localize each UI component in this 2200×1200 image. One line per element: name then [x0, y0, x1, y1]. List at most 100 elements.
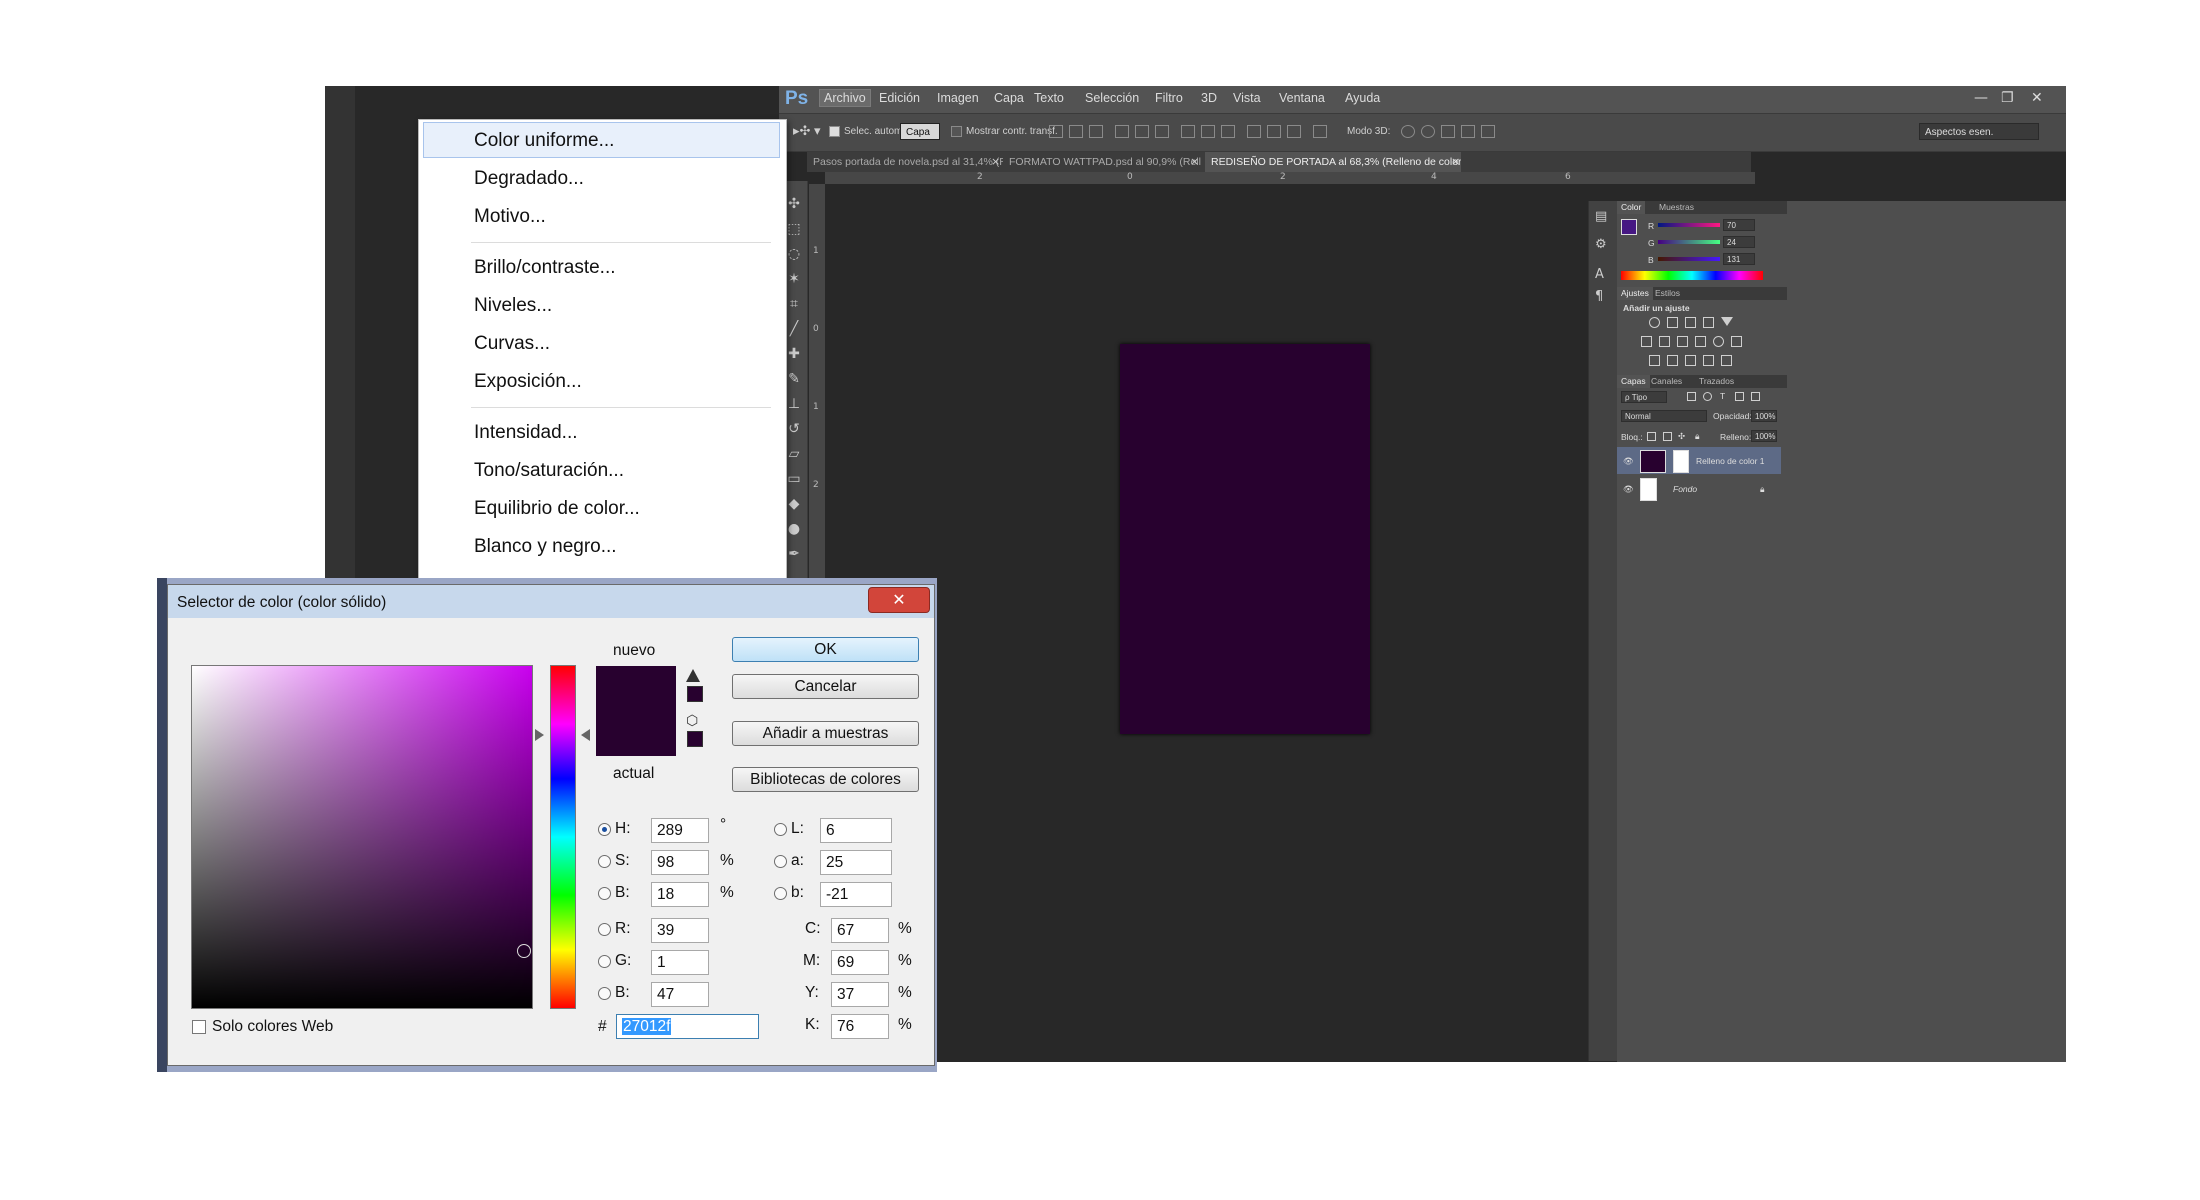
- lock-pixels-icon[interactable]: [1663, 432, 1672, 441]
- properties-panel-icon[interactable]: ⚙: [1595, 237, 1607, 252]
- blue-radio[interactable]: [598, 987, 611, 1000]
- tab-capas[interactable]: Capas: [1617, 375, 1650, 388]
- color-r-slider[interactable]: [1658, 223, 1720, 227]
- move-tool-icon[interactable]: ▸✣ ▾: [793, 123, 821, 139]
- color-b-value[interactable]: 131: [1723, 253, 1755, 265]
- blue-input[interactable]: 47: [651, 982, 709, 1007]
- tab-ajustes[interactable]: Ajustes: [1617, 287, 1653, 300]
- gamut-warning-icon[interactable]: [686, 669, 700, 682]
- c-input[interactable]: 67: [831, 918, 889, 943]
- g-radio[interactable]: [598, 955, 611, 968]
- layer-filter-dropdown[interactable]: ρ Tipo: [1621, 391, 1667, 403]
- menu-item-degradado[interactable]: Degradado...: [474, 168, 584, 190]
- posterize-adjust-icon[interactable]: [1667, 355, 1678, 366]
- auto-select-checkbox[interactable]: [829, 126, 840, 137]
- lab-b-radio[interactable]: [774, 887, 787, 900]
- hue-saturation-adjust-icon[interactable]: [1641, 336, 1652, 347]
- black-white-adjust-icon[interactable]: [1677, 336, 1688, 347]
- pan-3d-icon[interactable]: [1441, 125, 1455, 138]
- filter-adjust-icon[interactable]: [1703, 392, 1712, 401]
- y-input[interactable]: 37: [831, 982, 889, 1007]
- filter-pixel-icon[interactable]: [1687, 392, 1696, 401]
- slide-3d-icon[interactable]: [1461, 125, 1475, 138]
- pen-tool-icon[interactable]: ✒: [785, 545, 803, 563]
- color-r-value[interactable]: 70: [1723, 219, 1755, 231]
- g-input[interactable]: 1: [651, 950, 709, 975]
- r-radio[interactable]: [598, 923, 611, 936]
- color-balance-adjust-icon[interactable]: [1659, 336, 1670, 347]
- close-window-button[interactable]: ✕: [2031, 90, 2043, 106]
- tab-pasos-portada[interactable]: Pasos portada de novela.psd al 31,4% (RG…: [807, 152, 1003, 172]
- tab-formato-wattpad[interactable]: FORMATO WATTPAD.psd al 90,9% (Relleno de…: [1003, 152, 1201, 172]
- menu-seleccion[interactable]: Selección: [1085, 91, 1139, 105]
- menu-capa[interactable]: Capa: [994, 91, 1024, 105]
- marquee-tool-icon[interactable]: ⬚: [785, 220, 803, 238]
- web-only-checkbox[interactable]: [192, 1020, 206, 1034]
- hue-slider-left-arrow[interactable]: [535, 729, 544, 741]
- align-bottom-icon[interactable]: [1089, 125, 1103, 138]
- color-g-value[interactable]: 24: [1723, 236, 1755, 248]
- color-g-slider[interactable]: [1658, 240, 1720, 244]
- fill-value[interactable]: 100%: [1751, 430, 1777, 442]
- h-input[interactable]: 289: [651, 818, 709, 843]
- tab-estilos[interactable]: Estilos: [1651, 287, 1684, 300]
- lock-transparency-icon[interactable]: [1647, 432, 1656, 441]
- menu-filtro[interactable]: Filtro: [1155, 91, 1183, 105]
- distribute-hcenter-icon[interactable]: [1267, 125, 1281, 138]
- canvas-document[interactable]: [1120, 344, 1370, 734]
- h-radio[interactable]: [598, 823, 611, 836]
- brush-tool-icon[interactable]: ✎: [785, 370, 803, 388]
- auto-align-icon[interactable]: [1313, 125, 1327, 138]
- add-to-swatches-button[interactable]: Añadir a muestras: [732, 721, 919, 746]
- align-hcenter-icon[interactable]: [1135, 125, 1149, 138]
- menu-3d[interactable]: 3D: [1201, 91, 1217, 105]
- eyedropper-icon[interactable]: ╱: [785, 320, 803, 338]
- m-input[interactable]: 69: [831, 950, 889, 975]
- current-color-swatch[interactable]: [596, 711, 676, 756]
- color-field-cursor[interactable]: [517, 944, 531, 958]
- tab-close-icon[interactable]: ×: [991, 155, 1000, 168]
- magic-wand-icon[interactable]: ✶: [785, 270, 803, 288]
- hue-slider[interactable]: [550, 665, 576, 1009]
- dodge-tool-icon[interactable]: ●: [785, 520, 803, 538]
- web-color-swatch[interactable]: [687, 731, 703, 747]
- lasso-tool-icon[interactable]: ◌: [785, 245, 803, 263]
- history-panel-icon[interactable]: ▤: [1595, 209, 1607, 224]
- web-cube-icon[interactable]: ⬡: [686, 713, 698, 729]
- color-lookup-adjust-icon[interactable]: [1731, 336, 1742, 347]
- brightness-adjust-icon[interactable]: [1649, 317, 1660, 328]
- lock-position-icon[interactable]: ✣: [1678, 431, 1685, 442]
- tab-muestras[interactable]: Muestras: [1655, 201, 1698, 214]
- dialog-close-button[interactable]: ✕: [868, 587, 930, 613]
- saturation-brightness-field[interactable]: [191, 665, 533, 1009]
- maximize-button[interactable]: ❐: [2001, 90, 2014, 106]
- tab-close-icon[interactable]: ×: [1451, 155, 1460, 168]
- tab-trazados[interactable]: Trazados: [1695, 375, 1738, 388]
- lock-all-icon[interactable]: 🔒︎: [1695, 431, 1700, 442]
- character-panel-icon[interactable]: A: [1595, 267, 1604, 282]
- curves-adjust-icon[interactable]: [1685, 317, 1696, 328]
- menu-item-tono-saturacion[interactable]: Tono/saturación...: [474, 460, 624, 482]
- distribute-vcenter-icon[interactable]: [1201, 125, 1215, 138]
- tab-color[interactable]: Color: [1617, 201, 1646, 214]
- show-transform-checkbox[interactable]: [951, 126, 962, 137]
- auto-select-dropdown[interactable]: Capa: [900, 123, 940, 140]
- exposure-adjust-icon[interactable]: [1703, 317, 1714, 328]
- align-left-icon[interactable]: [1115, 125, 1129, 138]
- menu-item-exposicion[interactable]: Exposición...: [474, 371, 582, 393]
- menu-imagen[interactable]: Imagen: [937, 91, 979, 105]
- roll-3d-icon[interactable]: [1421, 125, 1435, 138]
- menu-item-blanco-negro[interactable]: Blanco y negro...: [474, 536, 617, 558]
- s-input[interactable]: 98: [651, 850, 709, 875]
- hue-slider-right-arrow[interactable]: [581, 729, 590, 741]
- opacity-value[interactable]: 100%: [1751, 410, 1777, 422]
- r-input[interactable]: 39: [651, 918, 709, 943]
- filter-shape-icon[interactable]: [1735, 392, 1744, 401]
- gamut-color-swatch[interactable]: [687, 686, 703, 702]
- filter-smart-icon[interactable]: [1751, 392, 1760, 401]
- menu-item-curvas[interactable]: Curvas...: [474, 333, 550, 355]
- a-input[interactable]: 25: [820, 850, 892, 875]
- eye-icon[interactable]: 👁︎: [1623, 484, 1634, 495]
- tab-rediseno-portada[interactable]: REDISEÑO DE PORTADA al 68,3% (Relleno de…: [1205, 152, 1461, 172]
- s-radio[interactable]: [598, 855, 611, 868]
